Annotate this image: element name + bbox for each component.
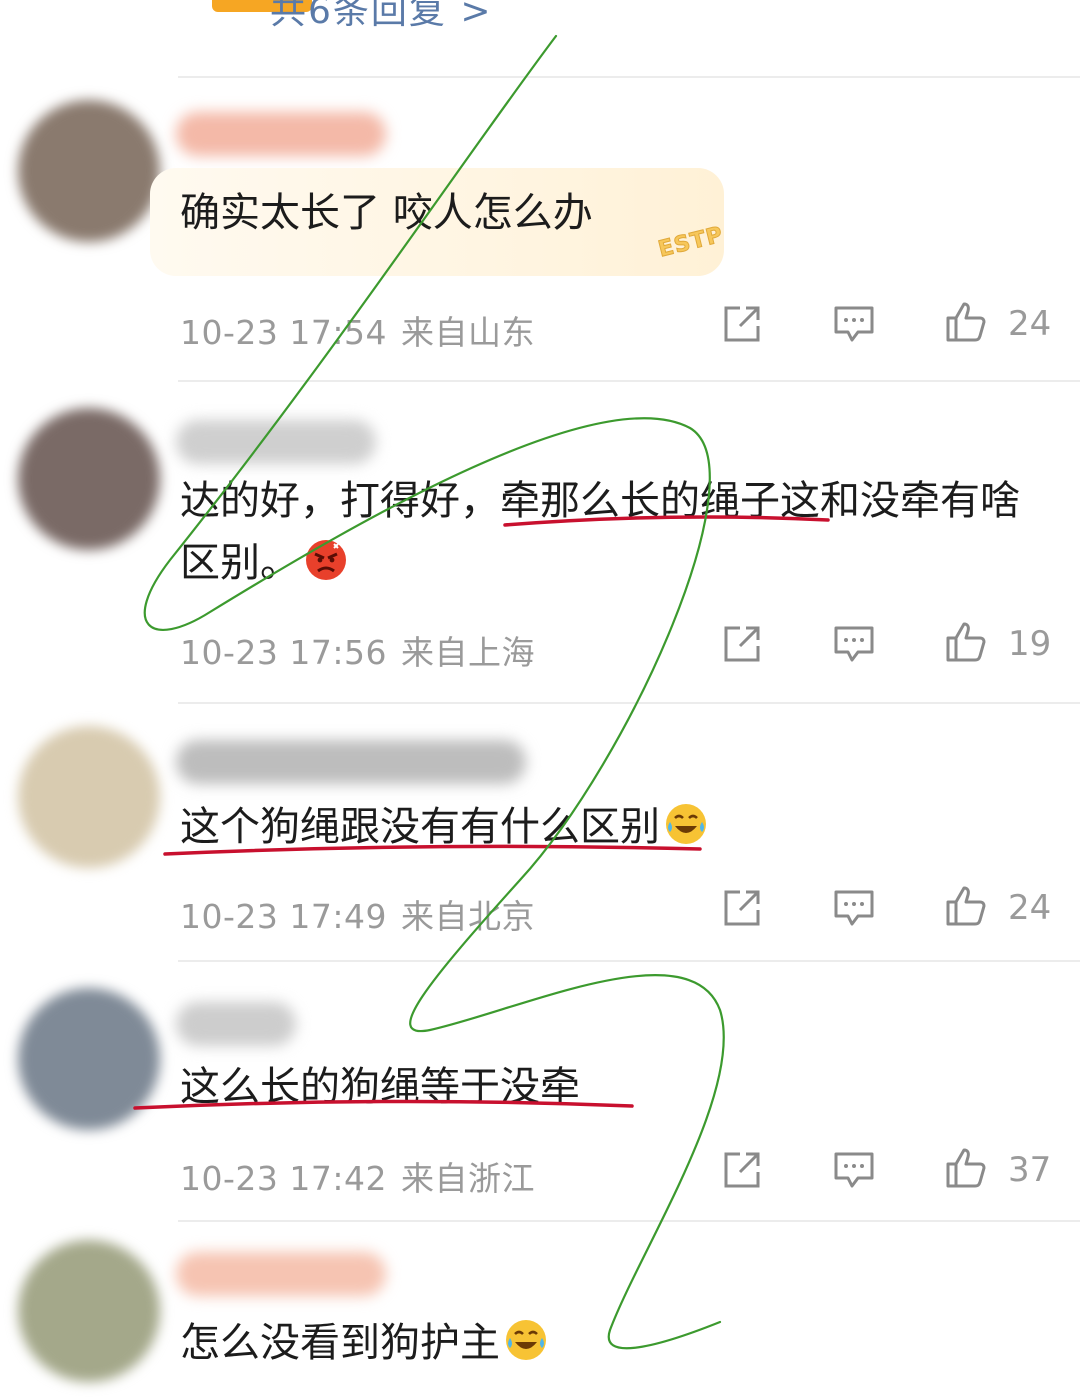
avatar[interactable] <box>18 726 160 868</box>
like-count: 24 <box>1008 888 1052 928</box>
divider <box>178 76 1080 78</box>
comment-date: 10-23 17:49 <box>180 897 387 936</box>
comment-icon[interactable] <box>832 622 876 666</box>
comment-icon[interactable] <box>832 1148 876 1192</box>
divider <box>178 960 1080 962</box>
like-count: 24 <box>1008 304 1052 344</box>
username-redacted[interactable] <box>176 112 386 156</box>
thumbs-up-icon[interactable] <box>944 620 988 664</box>
comment-location: 来自浙江 <box>400 1159 535 1198</box>
comment-text-content: 这个狗绳跟没有有什么区别 <box>180 804 660 850</box>
comment-location: 来自山东 <box>400 313 535 352</box>
avatar[interactable] <box>18 100 160 242</box>
comment-meta: 10-23 17:56 来自上海 <box>180 626 535 674</box>
like-count: 37 <box>1008 1150 1052 1190</box>
comment-text-content: 怎么没看到狗护主 <box>180 1320 500 1366</box>
comment-location: 来自北京 <box>400 897 535 936</box>
comment-meta: 10-23 17:54 来自山东 <box>180 306 535 354</box>
comment-date: 10-23 17:56 <box>180 633 387 672</box>
comment-meta: 10-23 17:42 来自浙江 <box>180 1152 535 1200</box>
username-redacted[interactable] <box>176 740 526 784</box>
comment-text: 达的好，打得好，牵那么长的绳子这和没牵有啥区别。 <box>180 470 1040 594</box>
laugh-cry-emoji <box>506 1320 546 1360</box>
comment-location: 来自上海 <box>400 633 535 672</box>
comment-text: 这个狗绳跟没有有什么区别 <box>180 796 708 858</box>
laugh-cry-emoji <box>666 804 706 844</box>
divider <box>178 1220 1080 1222</box>
comment-icon[interactable] <box>832 886 876 930</box>
comment-meta: 10-23 17:49 来自北京 <box>180 890 535 938</box>
thumbs-up-icon[interactable] <box>944 884 988 928</box>
like-count: 19 <box>1008 624 1052 664</box>
divider <box>178 702 1080 704</box>
username-redacted[interactable] <box>176 1002 296 1046</box>
avatar[interactable] <box>18 988 160 1130</box>
comment-text: 确实太长了 咬人怎么办 <box>180 190 593 236</box>
comment-text: 这么长的狗绳等于没牵 <box>180 1064 580 1110</box>
avatar[interactable] <box>18 408 160 550</box>
divider <box>178 380 1080 382</box>
share-icon[interactable] <box>720 1148 764 1192</box>
share-icon[interactable] <box>720 302 764 346</box>
share-icon[interactable] <box>720 622 764 666</box>
comment-date: 10-23 17:42 <box>180 1159 387 1198</box>
angry-face-emoji <box>306 540 346 580</box>
share-icon[interactable] <box>720 886 764 930</box>
thumbs-up-icon[interactable] <box>944 300 988 344</box>
view-replies-link[interactable]: 共6条回复 > <box>270 0 493 34</box>
comment-text: 怎么没看到狗护主 <box>180 1312 548 1374</box>
thumbs-up-icon[interactable] <box>944 1146 988 1190</box>
comment-icon[interactable] <box>832 302 876 346</box>
username-redacted[interactable] <box>176 1252 386 1296</box>
username-redacted[interactable] <box>176 420 376 464</box>
avatar[interactable] <box>18 1240 160 1382</box>
comment-date: 10-23 17:54 <box>180 313 387 352</box>
